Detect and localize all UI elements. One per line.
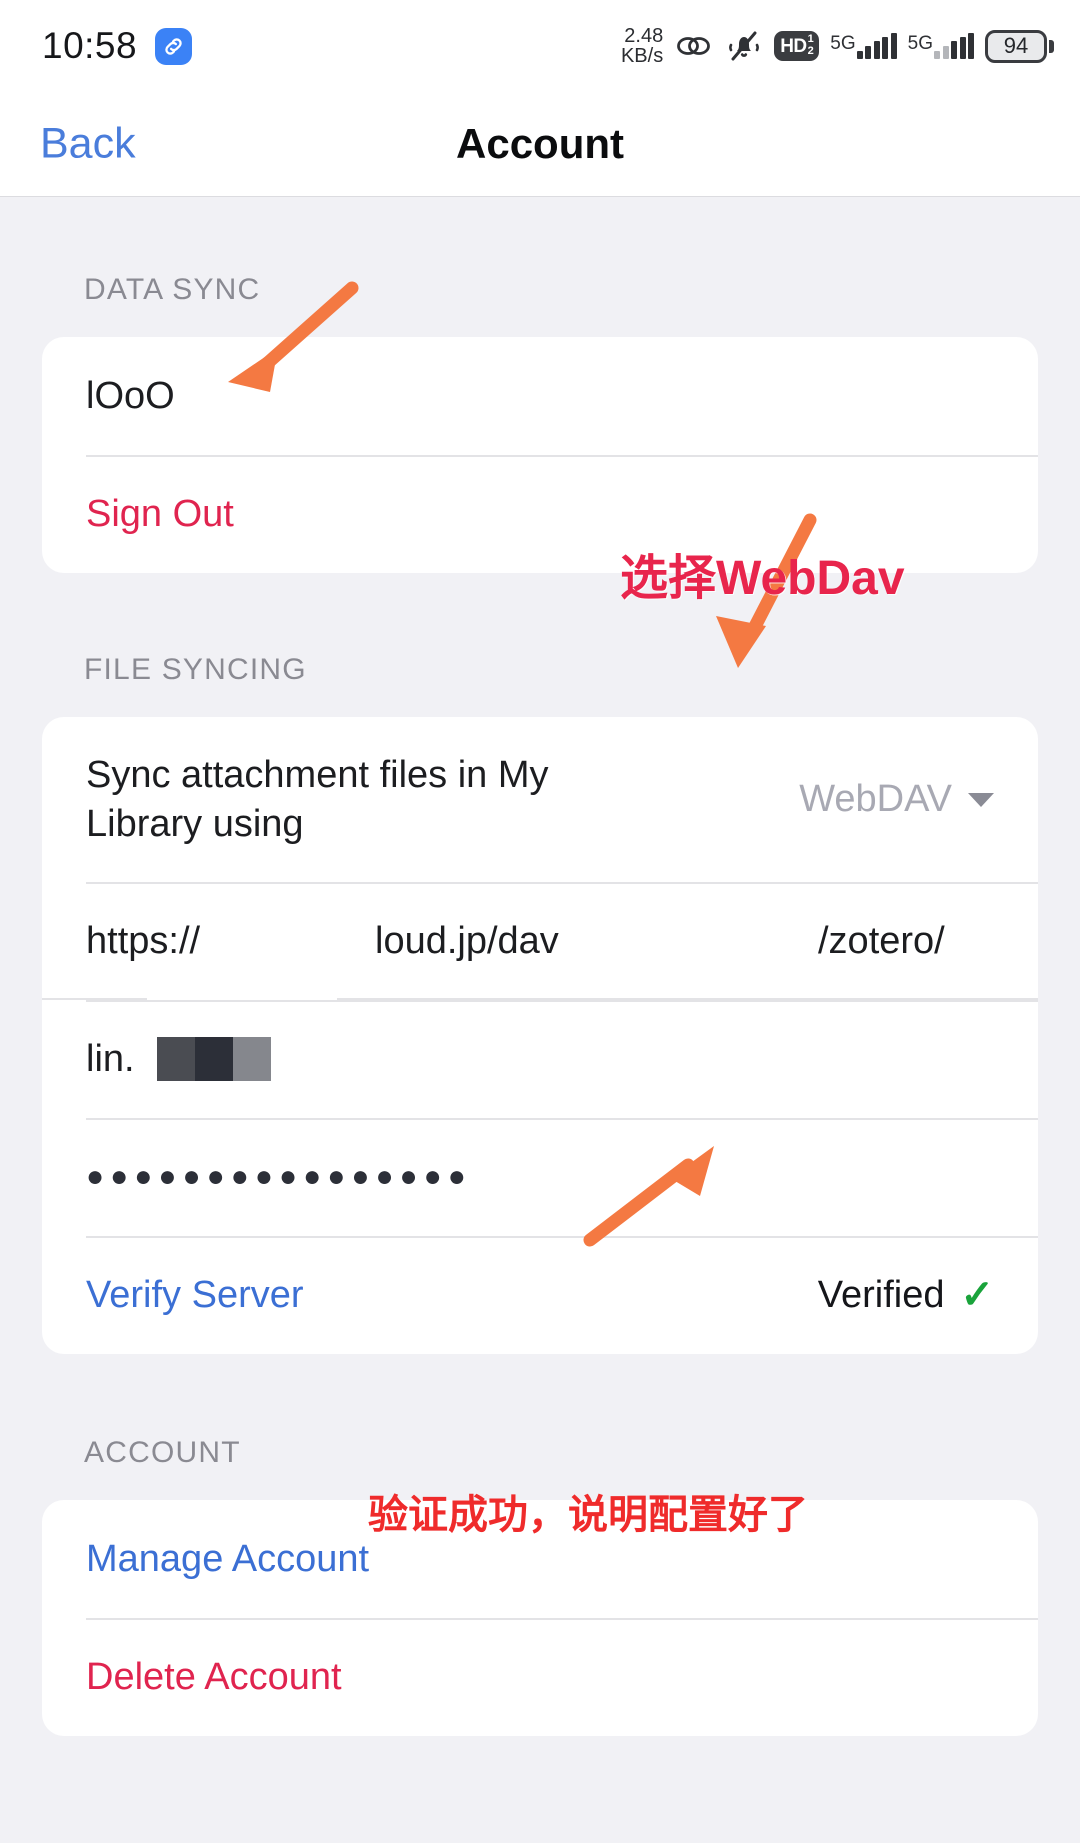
chevron-down-icon [968,792,994,807]
hd-label: HD [780,35,807,57]
verify-status-text: Verified [817,1273,945,1316]
mute-bell-icon [725,29,763,63]
row-webdav-username[interactable]: lin. [42,1000,1038,1118]
row-webdav-password[interactable]: ●●●●●●●●●●●●●●●● [42,1118,1038,1236]
sign-out-label: Sign Out [86,492,234,535]
row-username[interactable]: lOoO [42,337,1038,455]
status-bar-right: 2.48 KB/s HD 1 2 5G 5G 94 [620,24,1054,67]
url-host-field[interactable]: loud.jp/dav [337,882,818,1000]
signal-bars-2 [934,33,974,59]
url-scheme-field[interactable]: https:// [42,882,337,1000]
section-header-data-sync: DATA SYNC [84,273,261,306]
account-username: lOoO [86,374,175,417]
status-bar-left: 10:58 [42,25,193,67]
sync-method-value[interactable]: WebDAV [799,778,994,821]
battery-icon: 94 [985,29,1054,63]
network-speed-unit: KB/s [620,45,664,67]
status-clock: 10:58 [42,25,138,66]
signal-5g-secondary-icon: 5G [908,33,974,59]
navigation-bar: Back Account [0,92,1080,197]
network-speed-value: 2.48 [624,24,664,47]
row-server-url[interactable]: https:// loud.jp/dav /zotero/ [42,882,1038,1000]
sync-method-label: Sync attachment files in My Library usin… [86,753,549,845]
battery-level: 94 [1003,33,1029,58]
page-title: Account [456,120,624,167]
url-host-value: loud.jp/dav [375,919,559,962]
url-scheme-value: https:// [86,919,201,962]
row-delete-account[interactable]: Delete Account [42,1618,1038,1736]
hd-sim-bottom: 2 [807,45,814,57]
url-path-field[interactable]: /zotero/ [818,882,1038,1000]
webdav-username-value: lin. [86,1037,135,1080]
network-type-2: 5G [907,33,933,54]
manage-account-label: Manage Account [86,1537,370,1580]
verify-status: Verified ✓ [818,1272,994,1318]
network-speed: 2.48 KB/s [620,24,664,67]
section-header-file-syncing: FILE SYNCING [84,653,307,686]
sync-method-selected: WebDAV [799,778,952,820]
annotation-verified: 验证成功，说明配置好了 [368,1493,808,1537]
row-sync-method[interactable]: Sync attachment files in My Library usin… [42,717,1038,882]
annotation-webdav: 选择WebDav [620,552,905,605]
network-type-1: 5G [830,33,856,54]
check-icon: ✓ [960,1273,994,1317]
webdav-password-value: ●●●●●●●●●●●●●●●● [86,1160,472,1193]
link-icon [674,30,714,62]
section-header-account: ACCOUNT [84,1436,241,1469]
row-verify-server[interactable]: Verify Server Verified ✓ [42,1236,1038,1354]
phone-screen: 10:58 2.48 KB/s HD 1 2 5G 5G 94 Back Acc… [0,0,1080,1843]
hd-voice-icon: HD 1 2 [774,31,820,61]
redaction-block-icon [156,1037,271,1081]
delete-account-label: Delete Account [86,1655,342,1698]
file-syncing-card: Sync attachment files in My Library usin… [42,717,1038,1354]
verify-server-label: Verify Server [86,1273,304,1316]
link-badge-icon [155,27,193,65]
signal-bars-1 [856,33,897,59]
signal-5g-icon: 5G [830,33,897,59]
status-bar: 10:58 2.48 KB/s HD 1 2 5G 5G 94 [0,0,1080,92]
url-path-value: /zotero/ [818,919,945,962]
